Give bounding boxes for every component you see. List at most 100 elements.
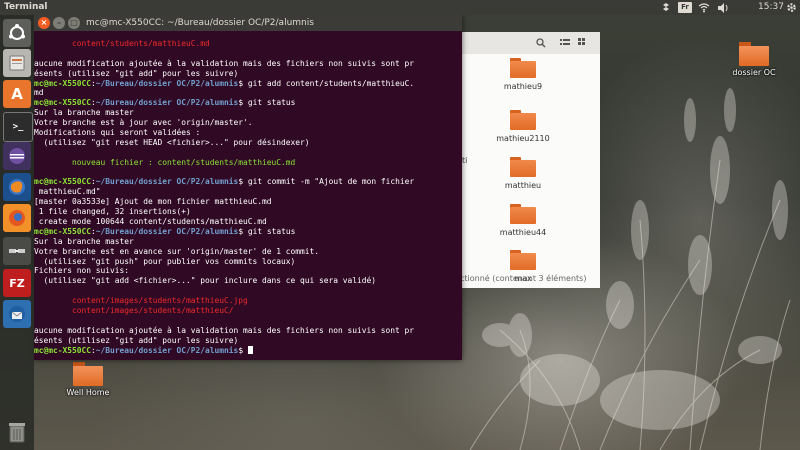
output-text: (utilisez "git reset HEAD <fichier>..." … [34, 137, 310, 147]
output-text: Votre branche est à jour avec 'origin/ma… [34, 118, 253, 128]
ubuntu-dash-icon[interactable] [3, 19, 31, 47]
active-app-name: Terminal [4, 2, 48, 12]
output-text: nouveau fichier : content/students/matth… [34, 157, 296, 167]
terminal-line: (utilisez "git add <fichier>..." pour in… [34, 276, 462, 286]
folder-item[interactable]: mathieu9 [483, 58, 563, 91]
prompt-path: ~/Bureau/dossier OC/P2/alumnis [95, 177, 239, 187]
files-icon[interactable] [3, 49, 31, 77]
output-text: Sur la branche master [34, 236, 134, 246]
terminal-line: ésents (utilisez "git add" pour les suiv… [34, 336, 462, 346]
close-icon[interactable]: × [38, 17, 50, 29]
terminal-line: content/images/students/matthieuC.jpg [34, 296, 462, 306]
folder-item[interactable]: matthieu [483, 157, 563, 190]
filezilla-icon[interactable]: FZ [3, 269, 31, 297]
network-icon[interactable] [697, 0, 711, 15]
terminal-line: ésents (utilisez "git add" pour les suiv… [34, 69, 462, 79]
prompt-user: mc@mc-X550CC [34, 98, 92, 108]
grid-view-icon[interactable] [576, 36, 590, 50]
file-manager-window: mathieu9 mathieu2110 matthieu matthieu44… [448, 32, 600, 288]
terminal-title: mc@mc-X550CC: ~/Bureau/dossier OC/P2/alu… [86, 18, 314, 28]
output-text: Votre branche est en avance sur 'origin/… [34, 246, 320, 256]
output-text: [master 0a3533e] Ajout de mon fichier ma… [34, 197, 272, 207]
prompt-user: mc@mc-X550CC [34, 78, 92, 88]
command-text: git add content/students/matthieuC. [243, 78, 415, 88]
terminal-line: mc@mc-X550CC:~/Bureau/dossier OC/P2/alum… [34, 226, 296, 236]
terminal-titlebar[interactable]: × – □ mc@mc-X550CC: ~/Bureau/dossier OC/… [34, 15, 462, 31]
terminal-line: (utilisez "git push" pour publier vos co… [34, 257, 462, 267]
clock[interactable]: 15:37 [758, 0, 784, 15]
text-cursor [247, 345, 253, 354]
folder-item[interactable]: mathieu2110 [483, 110, 563, 143]
output-text: content/students/matthieuC.md [34, 39, 210, 48]
search-icon[interactable] [534, 36, 548, 50]
command-text: git status [243, 226, 296, 236]
terminal-line: mc@mc-X550CC:~/Bureau/dossier OC/P2/alum… [34, 345, 462, 356]
keyboard-layout-icon[interactable]: Fr [678, 2, 692, 13]
volume-icon[interactable] [716, 0, 730, 15]
file-manager-toolbar [448, 32, 600, 54]
output-text: ésents (utilisez "git add" pour les suiv… [34, 335, 239, 345]
trash-icon[interactable] [6, 420, 28, 444]
firefox-alt-icon[interactable] [3, 204, 31, 232]
software-center-icon[interactable]: A [3, 80, 31, 108]
file-manager-status: ctionné (contenant 3 éléments) [460, 274, 587, 283]
terminal-line: create mode 100644 content/students/matt… [34, 217, 462, 227]
prompt-user: mc@mc-X550CC [34, 177, 92, 187]
folder-icon [510, 204, 536, 224]
terminal-line: content/students/matthieuC.md [34, 39, 462, 49]
terminal-line: Votre branche est à jour avec 'origin/ma… [34, 118, 462, 128]
settings-gear-icon[interactable] [784, 0, 798, 15]
terminal-app-icon[interactable]: >_ [3, 112, 33, 142]
folder-icon [510, 157, 536, 177]
folder-icon [510, 110, 536, 130]
folder-icon [739, 42, 769, 66]
terminal-line: aucune modification ajoutée à la validat… [34, 326, 462, 336]
output-text: content/images/students/matthieuC.jpg [34, 296, 248, 306]
output-text: Modifications qui seront validées : [34, 128, 201, 138]
prompt-path: ~/Bureau/dossier OC/P2/alumnis [95, 345, 239, 355]
prompt-path: ~/Bureau/dossier OC/P2/alumnis [95, 78, 239, 88]
output-text: matthieuC.md" [34, 187, 101, 197]
prompt-user: mc@mc-X550CC [34, 226, 92, 236]
terminal-output[interactable]: content/students/matthieuC.md aucune modi… [34, 31, 462, 360]
folder-item[interactable]: matthieu44 [483, 204, 563, 237]
output-text: aucune modification ajoutée à la validat… [34, 325, 415, 335]
folder-icon [510, 250, 536, 270]
terminal-line: content/images/students/matthieuC/ [34, 306, 462, 316]
desktop-folder-well-home[interactable]: Well Home [60, 362, 116, 397]
folder-icon [510, 58, 536, 78]
output-text: create mode 100644 content/students/matt… [34, 217, 267, 227]
maximize-icon[interactable]: □ [68, 17, 80, 29]
output-text: content/images/students/matthieuC/ [34, 306, 234, 316]
output-text: aucune modification ajoutée à la validat… [34, 58, 415, 68]
launcher: A >_ FZ [0, 15, 34, 450]
top-panel: Terminal Fr 15:37 [0, 0, 800, 15]
terminal-line: [master 0a3533e] Ajout de mon fichier ma… [34, 197, 462, 207]
prompt-path: ~/Bureau/dossier OC/P2/alumnis [95, 226, 239, 236]
connection-icon[interactable] [3, 237, 31, 265]
output-text: 1 file changed, 32 insertions(+) [34, 207, 191, 217]
thunderbird-icon[interactable] [3, 300, 31, 328]
command-text: git status [243, 98, 296, 108]
terminal-line: Modifications qui seront validées : [34, 128, 462, 138]
terminal-line: matthieuC.md" [34, 187, 462, 197]
output-text: (utilisez "git add <fichier>..." pour in… [34, 276, 377, 286]
desktop-folder-dossier-oc[interactable]: dossier OC [728, 42, 780, 77]
terminal-line: mc@mc-X550CC:~/Bureau/dossier OC/P2/alum… [34, 98, 296, 108]
terminal-line: Sur la branche master [34, 237, 462, 247]
output-text: ésents (utilisez "git add" pour les suiv… [34, 68, 239, 78]
terminal-line: 1 file changed, 32 insertions(+) [34, 207, 462, 217]
eclipse-icon[interactable] [3, 142, 31, 170]
minimize-icon[interactable]: – [53, 17, 65, 29]
firefox-icon[interactable] [3, 173, 31, 201]
terminal-line: Sur la branche master [34, 108, 462, 118]
terminal-line: md [34, 88, 462, 98]
terminal-line: (utilisez "git reset HEAD <fichier>..." … [34, 138, 462, 148]
dropbox-icon[interactable] [659, 0, 673, 15]
list-view-icon[interactable] [558, 36, 572, 50]
output-text: Sur la branche master [34, 108, 134, 118]
terminal-window[interactable]: × – □ mc@mc-X550CC: ~/Bureau/dossier OC/… [34, 15, 462, 360]
